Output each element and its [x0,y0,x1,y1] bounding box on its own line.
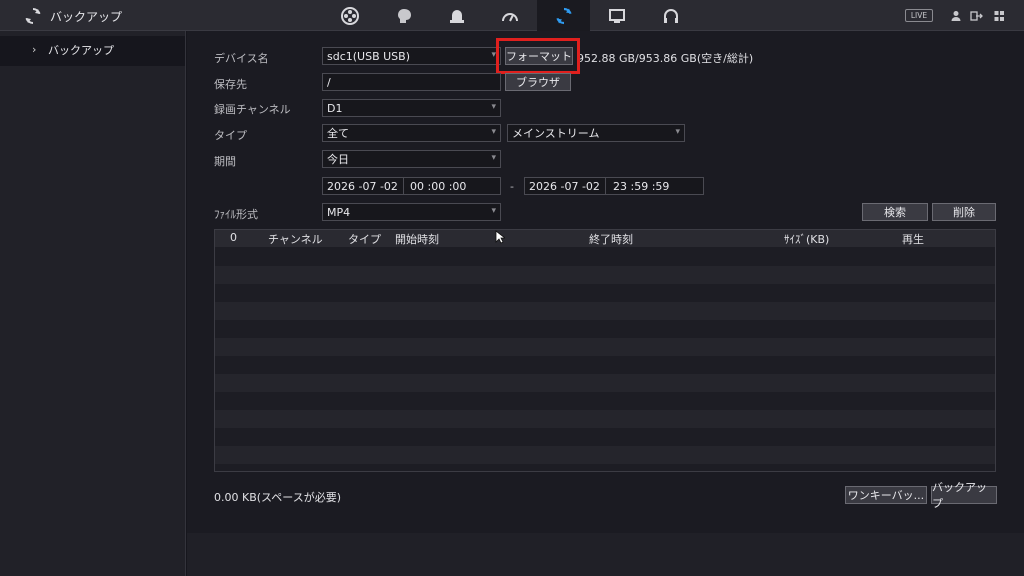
save-path-input[interactable]: / [322,73,501,91]
table-row[interactable] [215,302,995,320]
table-row[interactable] [215,374,995,392]
backup-sync-icon[interactable] [553,5,575,27]
user-icon[interactable] [951,10,961,22]
channel-label: 録画チャンネル [214,103,291,116]
backup-button[interactable]: バックアップ [931,481,997,510]
sidebar [0,31,186,576]
table-row[interactable] [215,320,995,338]
mouse-cursor-icon [495,230,507,244]
table-row[interactable] [215,266,995,284]
live-view-button[interactable]: LIVE [905,9,933,22]
sidebar-item-label: バックアップ [48,44,114,57]
page-title: バックアップ [50,10,123,24]
column-header-size: ｻｲｽﾞ(KB) [784,233,830,246]
column-header-select[interactable]: 0 [230,231,237,244]
search-button[interactable]: 検索 [862,203,928,221]
table-row[interactable] [215,248,995,266]
table-row[interactable] [215,356,995,374]
column-header-end: 終了時刻 [589,233,633,246]
one-click-backup-button[interactable]: ワンキーバッ... [845,486,927,504]
file-format-select[interactable]: MP4 [322,203,501,221]
channel-select[interactable]: D1 [322,99,501,117]
table-row[interactable] [215,446,995,464]
table-row[interactable] [215,284,995,302]
device-label: デバイス名 [214,52,269,65]
start-time[interactable]: 00 :00 :00 [410,180,466,193]
type-select[interactable]: 全て [322,124,501,142]
column-header-play: 再生 [902,233,924,246]
period-select[interactable]: 今日 [322,150,501,168]
type-label: タイプ [214,129,247,142]
save-to-label: 保存先 [214,78,247,91]
datetime-divider [403,178,404,194]
logout-icon[interactable] [970,10,984,22]
start-date[interactable]: 2026 -07 -02 [327,180,398,193]
film-reel-icon[interactable] [339,5,361,27]
brain-icon[interactable] [393,5,415,27]
column-header-channel: チャンネル [268,233,323,246]
capacity-text: 952.88 GB/953.86 GB(空き/総計) [577,52,754,65]
period-label: 期間 [214,155,236,168]
table-row[interactable] [215,392,995,410]
end-date[interactable]: 2026 -07 -02 [529,180,600,193]
column-header-type: タイプ [348,233,381,246]
table-row[interactable] [215,338,995,356]
device-select[interactable]: sdc1(USB USB) [322,47,501,65]
headset-icon[interactable] [660,5,682,27]
delete-button[interactable]: 削除 [932,203,996,221]
table-row[interactable] [215,428,995,446]
gauge-icon[interactable] [499,5,521,27]
grid-menu-icon[interactable] [994,10,1005,22]
table-row[interactable] [215,410,995,428]
camera-dome-icon[interactable] [446,5,468,27]
monitor-icon[interactable] [606,5,628,27]
range-separator: - [510,180,514,193]
footer-bar [187,533,1024,576]
file-format-label: ﾌｧｲﾙ形式 [214,208,258,221]
end-time[interactable]: 23 :59 :59 [613,180,669,193]
datetime-divider [605,178,606,194]
stream-select[interactable]: メインストリーム [507,124,685,142]
chevron-right-icon: › [32,43,37,56]
backup-sync-icon [24,7,42,25]
column-header-start: 開始時刻 [395,233,439,246]
browse-button[interactable]: ブラウザ [505,73,571,91]
required-space-text: 0.00 KB(スペースが必要) [214,491,342,504]
highlight-box [496,38,580,74]
